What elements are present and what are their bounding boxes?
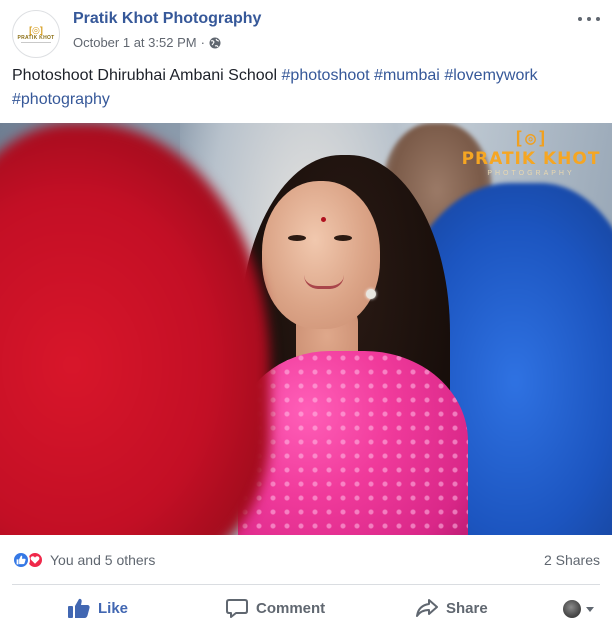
post-actions: Like Comment Share bbox=[12, 588, 600, 628]
reactions-bar: You and 5 others 2 Shares bbox=[12, 544, 600, 576]
facebook-post: [◎] PRATIK KHOT Pratik Khot Photography … bbox=[0, 0, 612, 628]
avatar-logo-text: PRATIK KHOT bbox=[17, 34, 55, 41]
page-name-link[interactable]: Pratik Khot Photography bbox=[73, 10, 261, 28]
reaction-count-text: You and 5 others bbox=[50, 552, 156, 568]
comment-label: Comment bbox=[256, 599, 326, 617]
post-timestamp[interactable]: October 1 at 3:52 PM bbox=[73, 35, 197, 50]
comment-button[interactable]: Comment bbox=[226, 598, 325, 618]
photo-subject-eye bbox=[288, 235, 306, 241]
share-arrow-icon bbox=[416, 599, 438, 617]
comment-bubble-icon bbox=[226, 599, 248, 618]
photo-subject-face bbox=[262, 181, 380, 329]
photo-watermark: [◎] PRATIK KHOT PHOTOGRAPHY bbox=[458, 129, 604, 195]
hashtag-link[interactable]: #photoshoot bbox=[282, 67, 370, 84]
post-header: [◎] PRATIK KHOT Pratik Khot Photography … bbox=[12, 6, 600, 62]
hashtag-link[interactable]: #mumbai bbox=[374, 67, 440, 84]
hashtag-link[interactable]: #lovemywork bbox=[444, 67, 537, 84]
hashtag-link[interactable]: #photography bbox=[12, 91, 110, 108]
meta-separator: · bbox=[200, 35, 205, 50]
globe-icon[interactable] bbox=[209, 37, 221, 49]
shares-count-link[interactable]: 2 Shares bbox=[544, 552, 600, 568]
more-options-icon[interactable] bbox=[578, 12, 600, 26]
post-meta: October 1 at 3:52 PM · bbox=[73, 35, 221, 50]
photo-saree-pattern bbox=[238, 351, 468, 535]
post-caption: Photoshoot Dhirubhai Ambani School #phot… bbox=[12, 64, 600, 112]
viewer-avatar bbox=[563, 600, 581, 618]
watermark-logo-icon: [◎] bbox=[513, 128, 549, 149]
watermark-name: PRATIK KHOT bbox=[461, 149, 601, 169]
like-button[interactable]: Like bbox=[68, 598, 128, 618]
photo-subject-eye bbox=[334, 235, 352, 241]
share-label: Share bbox=[446, 599, 488, 617]
like-reaction-icon bbox=[12, 551, 30, 569]
actions-divider bbox=[12, 584, 600, 585]
like-label: Like bbox=[98, 599, 129, 617]
post-photo[interactable]: [◎] PRATIK KHOT PHOTOGRAPHY bbox=[0, 123, 612, 535]
photo-subject-bindi bbox=[321, 217, 326, 222]
viewer-selector[interactable] bbox=[563, 600, 594, 618]
caption-text: Photoshoot Dhirubhai Ambani School bbox=[12, 67, 282, 84]
avatar-logo-line bbox=[21, 41, 51, 43]
thumbs-up-icon bbox=[68, 598, 90, 618]
avatar-logo-mark: [◎] bbox=[29, 24, 43, 35]
share-button[interactable]: Share bbox=[416, 598, 488, 618]
page-avatar[interactable]: [◎] PRATIK KHOT bbox=[12, 10, 60, 58]
chevron-down-icon bbox=[586, 606, 594, 612]
watermark-subtitle: PHOTOGRAPHY bbox=[487, 170, 575, 177]
photo-subject-earring bbox=[366, 289, 376, 299]
reactions-summary[interactable]: You and 5 others bbox=[12, 551, 155, 569]
